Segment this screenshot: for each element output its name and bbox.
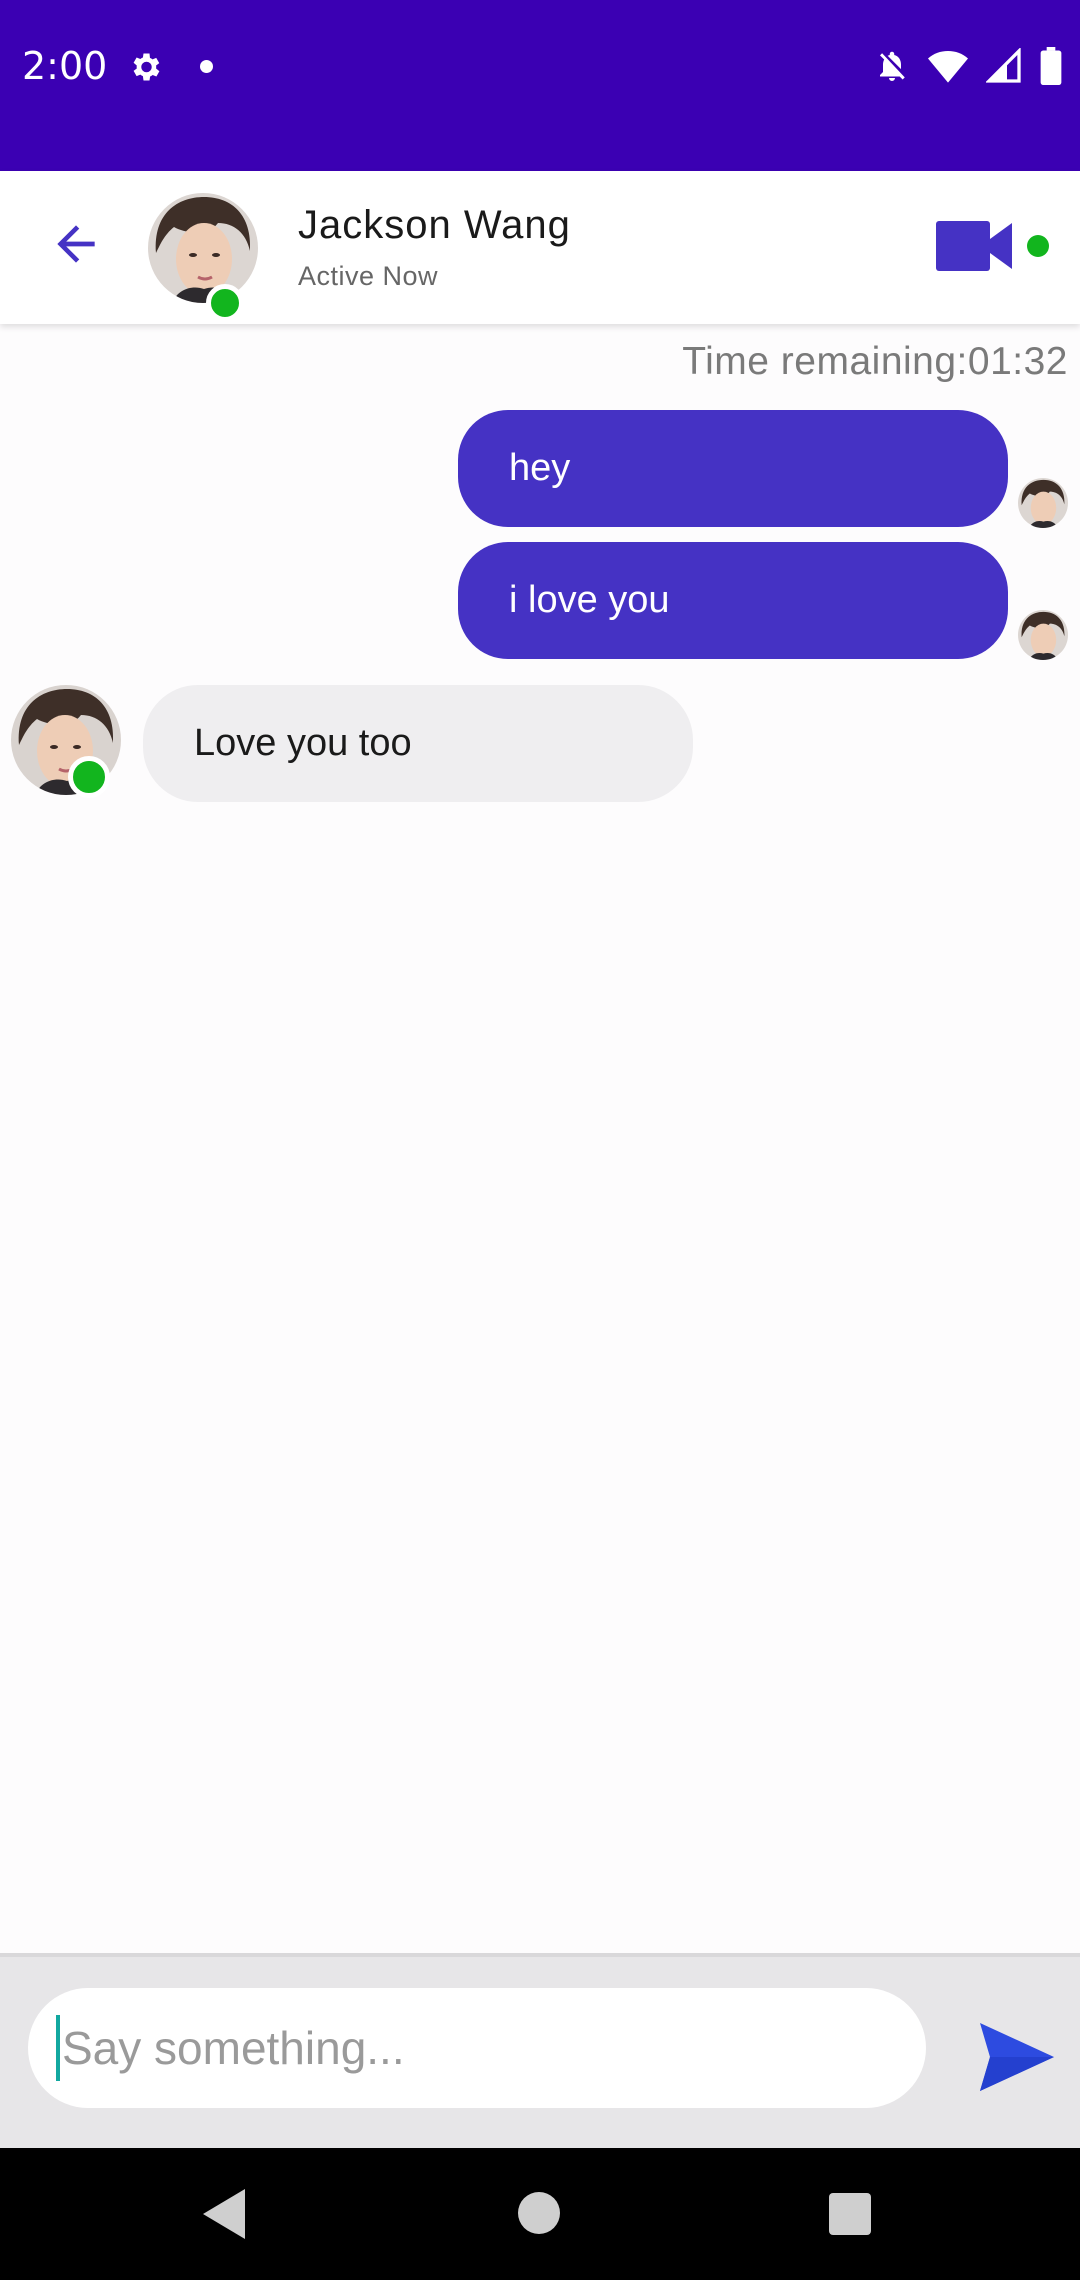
bell-off-icon [874,47,910,90]
contact-status: Active Now [298,261,439,291]
contact-avatar[interactable] [148,193,258,303]
video-online-dot [1027,235,1049,257]
incoming-message[interactable]: Love you too [143,685,693,802]
video-call-icon[interactable] [936,221,1012,276]
message-input-container[interactable] [28,1988,926,2108]
back-arrow-icon[interactable] [48,216,104,277]
back-triangle-icon[interactable] [203,2189,245,2244]
contact-name: Jackson Wang [298,203,571,247]
home-circle-icon[interactable] [518,2192,560,2234]
outgoing-message[interactable]: hey [458,410,1008,527]
status-icons [874,47,1062,90]
system-nav-bar [0,2148,1080,2280]
sender-mini-avatar [1018,478,1068,528]
incoming-online-dot [68,756,110,798]
wifi-icon [928,49,968,88]
chat-header: Jackson Wang Active Now [0,171,1080,324]
message-input[interactable] [62,2021,882,2075]
notification-dot-icon [200,60,213,73]
recents-square-icon[interactable] [829,2193,871,2235]
sender-mini-avatar [1018,610,1068,660]
outgoing-message[interactable]: i love you [458,542,1008,659]
cellular-signal-icon [985,47,1022,89]
time-remaining: Time remaining:01:32 [682,340,1068,383]
online-status-dot [206,284,244,322]
status-bar: 2:00 [0,0,1080,171]
status-time: 2:00 [22,44,108,88]
send-icon[interactable] [980,2023,1054,2096]
text-cursor [56,2015,60,2081]
settings-gear-icon [127,49,163,90]
message-composer [0,1953,1080,2148]
battery-icon [1040,47,1062,90]
